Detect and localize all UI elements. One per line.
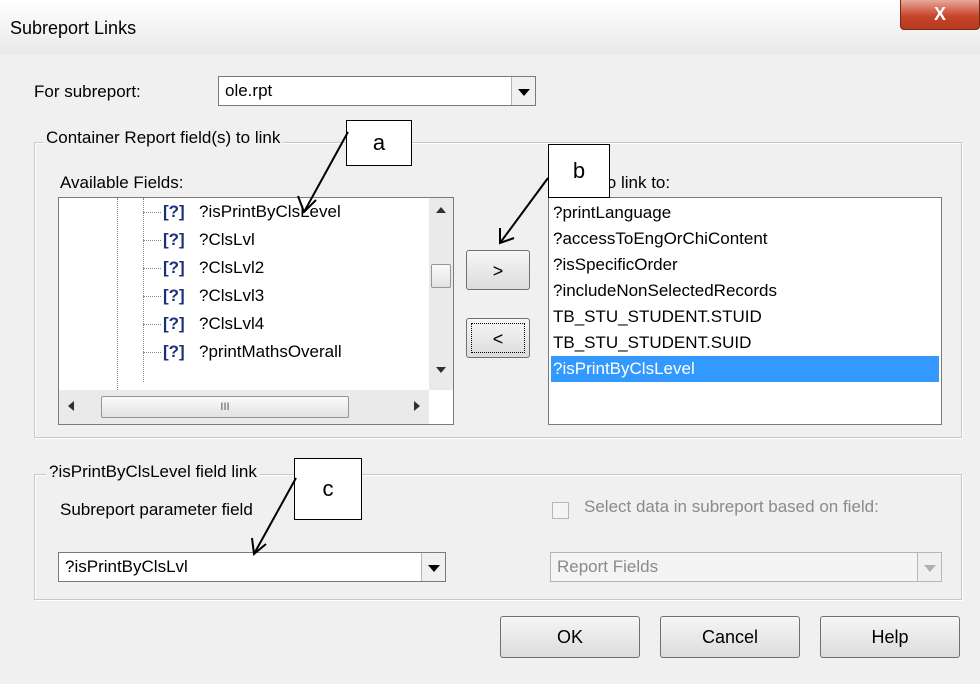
arrow-c bbox=[253, 477, 297, 555]
arrow-a bbox=[303, 131, 349, 213]
annotation-arrows bbox=[251, 131, 549, 556]
arrowhead-a bbox=[297, 195, 317, 214]
arrow-b bbox=[499, 177, 549, 244]
